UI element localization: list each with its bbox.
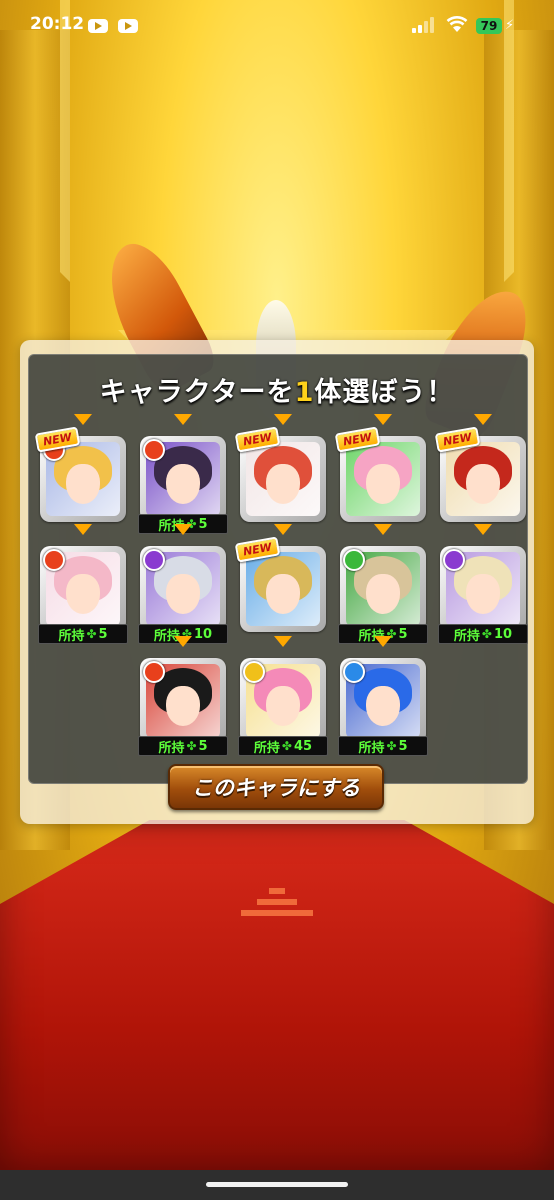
portrait-face <box>366 686 400 726</box>
drop-arrow-icon <box>174 636 192 647</box>
owned-label: 所持 <box>358 740 385 756</box>
character-portrait <box>346 442 420 516</box>
character-card[interactable]: NEW <box>434 426 526 522</box>
clover-icon: ✤ <box>186 739 197 753</box>
drop-arrow-icon <box>374 636 392 647</box>
character-card[interactable]: 所持 ✤ 10 <box>138 546 228 644</box>
drop-arrow-icon <box>274 524 292 535</box>
portrait-face <box>266 686 300 726</box>
clover-icon: ✤ <box>386 739 397 753</box>
youtube-icon <box>88 19 108 33</box>
owned-count: 5 <box>198 738 208 754</box>
character-card[interactable]: NEW <box>234 426 326 522</box>
fire-element-icon <box>43 549 65 571</box>
character-card[interactable]: 所持 ✤ 45 <box>238 658 328 756</box>
water-element-icon <box>343 661 365 683</box>
dark-element-icon <box>143 549 165 571</box>
carpet-shadow <box>0 820 554 1170</box>
signal-icon <box>412 17 438 33</box>
portrait-face <box>66 574 100 614</box>
home-indicator[interactable] <box>206 1182 348 1187</box>
drop-arrow-icon <box>274 414 292 425</box>
owned-label: 所持 <box>58 628 85 644</box>
dark-element-icon <box>443 549 465 571</box>
owned-count: 10 <box>493 626 513 642</box>
title-suffix: 体選ぼう！ <box>314 377 455 408</box>
owned-count: 5 <box>398 626 408 642</box>
character-card[interactable]: NEW <box>234 536 326 632</box>
title-number: 1 <box>294 377 315 408</box>
drop-arrow-icon <box>74 524 92 535</box>
fire-element-icon <box>143 661 165 683</box>
battery-indicator: 79 <box>476 18 502 34</box>
character-portrait <box>246 442 320 516</box>
character-select-dialog: キャラクターを1体選ぼう！ NEW 所持 ✤ 5 NEW NEW NEW 所持 ✤ 5 所持 ✤ 10 N… <box>20 340 534 824</box>
portrait-face <box>366 464 400 504</box>
title-prefix: キャラクターを <box>99 377 295 408</box>
clover-icon: ✤ <box>281 739 292 753</box>
owned-count-badge: 所持 ✤ 45 <box>238 736 328 756</box>
clover-icon: ✤ <box>481 627 492 641</box>
clock: 20:12 <box>30 14 85 34</box>
portrait-face <box>166 464 200 504</box>
portrait-face <box>266 574 300 614</box>
drop-arrow-icon <box>174 414 192 425</box>
portrait-face <box>166 686 200 726</box>
character-card[interactable]: 所持 ✤ 10 <box>438 546 528 644</box>
drop-arrow-icon <box>474 524 492 535</box>
owned-count: 10 <box>193 626 213 642</box>
charging-bolt-icon: ⚡ <box>505 18 515 33</box>
portrait-face <box>66 464 100 504</box>
character-card[interactable]: NEW <box>34 426 126 522</box>
drop-arrow-icon <box>174 524 192 535</box>
character-portrait <box>246 552 320 626</box>
character-card[interactable]: 所持 ✤ 5 <box>138 436 228 534</box>
light-element-icon <box>243 661 265 683</box>
owned-count-badge: 所持 ✤ 5 <box>38 624 128 644</box>
owned-label: 所持 <box>158 740 185 756</box>
portrait-face <box>466 464 500 504</box>
character-card[interactable]: NEW <box>334 426 426 522</box>
floor-arrow-icon <box>241 888 313 932</box>
owned-label: 所持 <box>253 740 280 756</box>
portrait-face <box>466 574 500 614</box>
owned-count-badge: 所持 ✤ 5 <box>338 736 428 756</box>
owned-count: 5 <box>398 738 408 754</box>
character-card[interactable]: 所持 ✤ 5 <box>138 658 228 756</box>
fire-element-icon <box>143 439 165 461</box>
youtube-icon <box>118 19 138 33</box>
owned-count: 5 <box>98 626 108 642</box>
wifi-icon <box>446 16 468 32</box>
portrait-face <box>166 574 200 614</box>
owned-count-badge: 所持 ✤ 10 <box>438 624 528 644</box>
confirm-character-button[interactable]: このキャラにする <box>168 764 384 810</box>
owned-count: 5 <box>198 516 208 532</box>
dialog-title: キャラクターを1体選ぼう！ <box>20 370 534 409</box>
character-portrait <box>446 442 520 516</box>
drop-arrow-icon <box>374 414 392 425</box>
bottom-bar <box>0 1170 554 1200</box>
portrait-face <box>366 574 400 614</box>
clover-icon: ✤ <box>86 627 97 641</box>
portrait-face <box>266 464 300 504</box>
owned-count-badge: 所持 ✤ 5 <box>138 736 228 756</box>
status-bar: 20:12 79 ⚡ <box>0 0 554 44</box>
owned-count: 45 <box>293 738 313 754</box>
character-card[interactable]: 所持 ✤ 5 <box>338 658 428 756</box>
drop-arrow-icon <box>374 524 392 535</box>
character-card[interactable]: 所持 ✤ 5 <box>38 546 128 644</box>
character-card[interactable]: 所持 ✤ 5 <box>338 546 428 644</box>
drop-arrow-icon <box>74 414 92 425</box>
wood-element-icon <box>343 549 365 571</box>
owned-label: 所持 <box>453 628 480 644</box>
drop-arrow-icon <box>274 636 292 647</box>
drop-arrow-icon <box>474 414 492 425</box>
